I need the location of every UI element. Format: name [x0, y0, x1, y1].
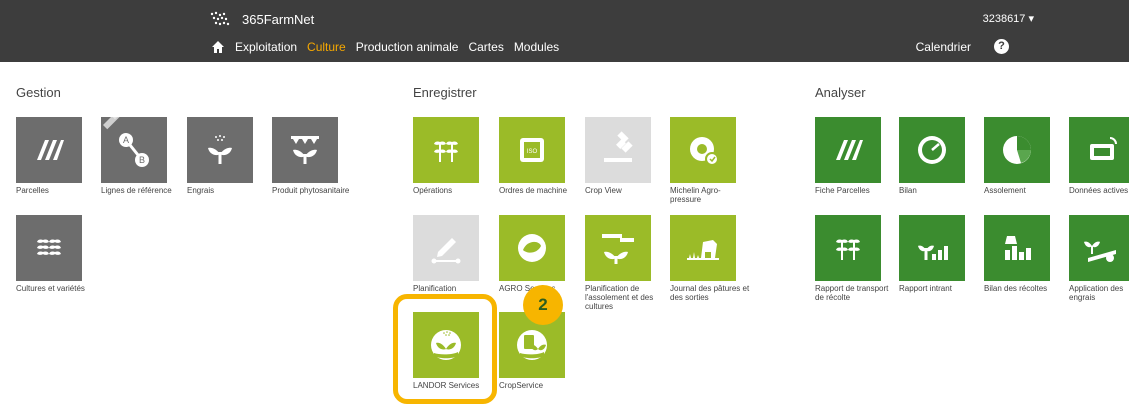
calendar-link[interactable]: Calendrier	[916, 40, 971, 54]
tile-label: Rapport de transport de récolte	[815, 284, 889, 302]
wheat-icon	[836, 239, 860, 260]
home-icon[interactable]	[211, 40, 225, 54]
tile-lignes-reference[interactable]: BETA AB Lignes de référence	[101, 117, 172, 195]
tile-label: Crop View	[585, 186, 622, 195]
tile-label: Produit phytosanitaire	[272, 186, 350, 195]
tile-donnees-actives[interactable]: Données actives	[1069, 117, 1129, 195]
tile-ordres-machine[interactable]: ISO Ordres de machine	[499, 117, 567, 195]
nav-production-animale[interactable]: Production animale	[356, 40, 459, 54]
cow-pasture-icon	[687, 240, 719, 260]
tile-label: Bilan des récoltes	[984, 284, 1048, 293]
tile-engrais[interactable]: Engrais	[187, 117, 253, 195]
tile-label: Fiche Parcelles	[815, 186, 870, 195]
nav-modules[interactable]: Modules	[514, 40, 559, 54]
tile-label: Opérations	[413, 186, 453, 195]
tile-planification[interactable]: Planification	[413, 215, 479, 293]
tile-label: Planification de l'assolement et des cul…	[585, 284, 654, 311]
sprayer-plant-icon	[291, 136, 319, 164]
nav-exploitation[interactable]: Exploitation	[235, 40, 297, 54]
tile-label: Données actives	[1069, 186, 1129, 195]
tile-bilan[interactable]: Bilan	[899, 117, 965, 195]
tile-label: Application des engrais	[1069, 284, 1124, 302]
tile-produit-phyto[interactable]: Produit phytosanitaire	[272, 117, 349, 195]
tile-label: Ordres de machine	[499, 186, 568, 195]
tile-label: CropService	[499, 381, 544, 390]
tile-label: Engrais	[187, 186, 215, 195]
tile-fiche-parcelles[interactable]: Fiche Parcelles	[815, 117, 881, 195]
tile-label: Michelin Agro-pressure	[670, 186, 721, 204]
nav-culture[interactable]: Culture	[307, 40, 346, 54]
field-stripes-icon	[37, 140, 64, 160]
farmnet-logo-icon	[210, 11, 230, 26]
leaf-circle-icon	[518, 234, 546, 262]
tile-michelin[interactable]: Michelin Agro-pressure	[670, 117, 736, 204]
tile-label: Journal des pâtures et des sorties	[670, 284, 750, 302]
svg-text:B: B	[139, 155, 145, 165]
tile-rapport-intrant[interactable]: Rapport intrant	[899, 215, 965, 293]
section-analyser: Analyser	[815, 85, 866, 100]
beta-ribbon: BETA	[103, 117, 136, 130]
fertilizer-application-icon	[1084, 241, 1116, 262]
tile-bilan-recoltes[interactable]: Bilan des récoltes	[984, 215, 1050, 293]
svg-text:ISO: ISO	[527, 149, 538, 155]
satellite-icon	[604, 131, 633, 162]
harvest-bars-icon	[1005, 236, 1031, 260]
svg-text:A: A	[123, 135, 129, 145]
wheat-icon	[434, 141, 458, 162]
tile-assolement[interactable]: Assolement	[984, 117, 1050, 195]
tire-pressure-icon	[690, 137, 719, 166]
tile-crop-view[interactable]: Crop View	[585, 117, 651, 195]
brand-name: 365FarmNet	[242, 11, 315, 27]
user-menu[interactable]: 3238617 ▾	[983, 12, 1034, 25]
section-enregistrer: Enregistrer	[413, 85, 477, 100]
tile-operations[interactable]: Opérations	[413, 117, 479, 195]
brand-logo[interactable]: 365FarmNet	[208, 8, 314, 30]
highlight-frame	[393, 294, 497, 404]
pie-chart-icon	[1003, 136, 1031, 164]
tile-cultures-varietes[interactable]: Cultures et variétés	[16, 215, 85, 293]
tile-label: Planification	[413, 284, 457, 293]
route-ab-icon: AB	[119, 133, 149, 167]
help-icon[interactable]: ?	[994, 39, 1009, 54]
tile-label: Lignes de référence	[101, 186, 172, 195]
pencil-line-icon	[431, 238, 461, 264]
tile-parcelles[interactable]: Parcelles	[16, 117, 82, 195]
tablet-plant-icon	[517, 330, 547, 360]
section-gestion: Gestion	[16, 85, 61, 100]
tile-agro-services[interactable]: AGRO Services	[499, 215, 565, 293]
user-id: 3238617	[982, 13, 1026, 25]
tile-cropservice[interactable]: CropService	[499, 312, 565, 390]
tile-label: Rapport intrant	[899, 284, 952, 293]
top-bar: 365FarmNet 3238617 ▾ Exploitation Cultur…	[0, 0, 1129, 62]
tile-rapport-transport[interactable]: Rapport de transport de récolte	[815, 215, 888, 302]
field-stripes-icon	[836, 140, 863, 160]
main-nav: Exploitation Culture Production animale …	[211, 40, 559, 54]
tile-application-engrais[interactable]: Application des engrais	[1069, 215, 1129, 302]
gauge-icon	[918, 136, 946, 164]
tile-planification-assolement[interactable]: Planification de l'assolement et des cul…	[585, 215, 653, 311]
planning-plant-icon	[602, 234, 634, 264]
iso-terminal-icon: ISO	[520, 138, 544, 162]
step-badge: 2	[523, 285, 563, 325]
fertilizer-plant-icon	[208, 135, 232, 164]
wheat-icon	[37, 236, 61, 260]
tile-label: Bilan	[899, 186, 917, 195]
tile-label: Cultures et variétés	[16, 284, 85, 293]
tile-label: Parcelles	[16, 186, 49, 195]
tile-journal-patures[interactable]: Journal des pâtures et des sorties	[670, 215, 749, 302]
nav-cartes[interactable]: Cartes	[468, 40, 503, 54]
fertilizer-bars-icon	[918, 245, 948, 260]
tile-label: Assolement	[984, 186, 1026, 195]
active-data-icon	[1090, 137, 1117, 160]
